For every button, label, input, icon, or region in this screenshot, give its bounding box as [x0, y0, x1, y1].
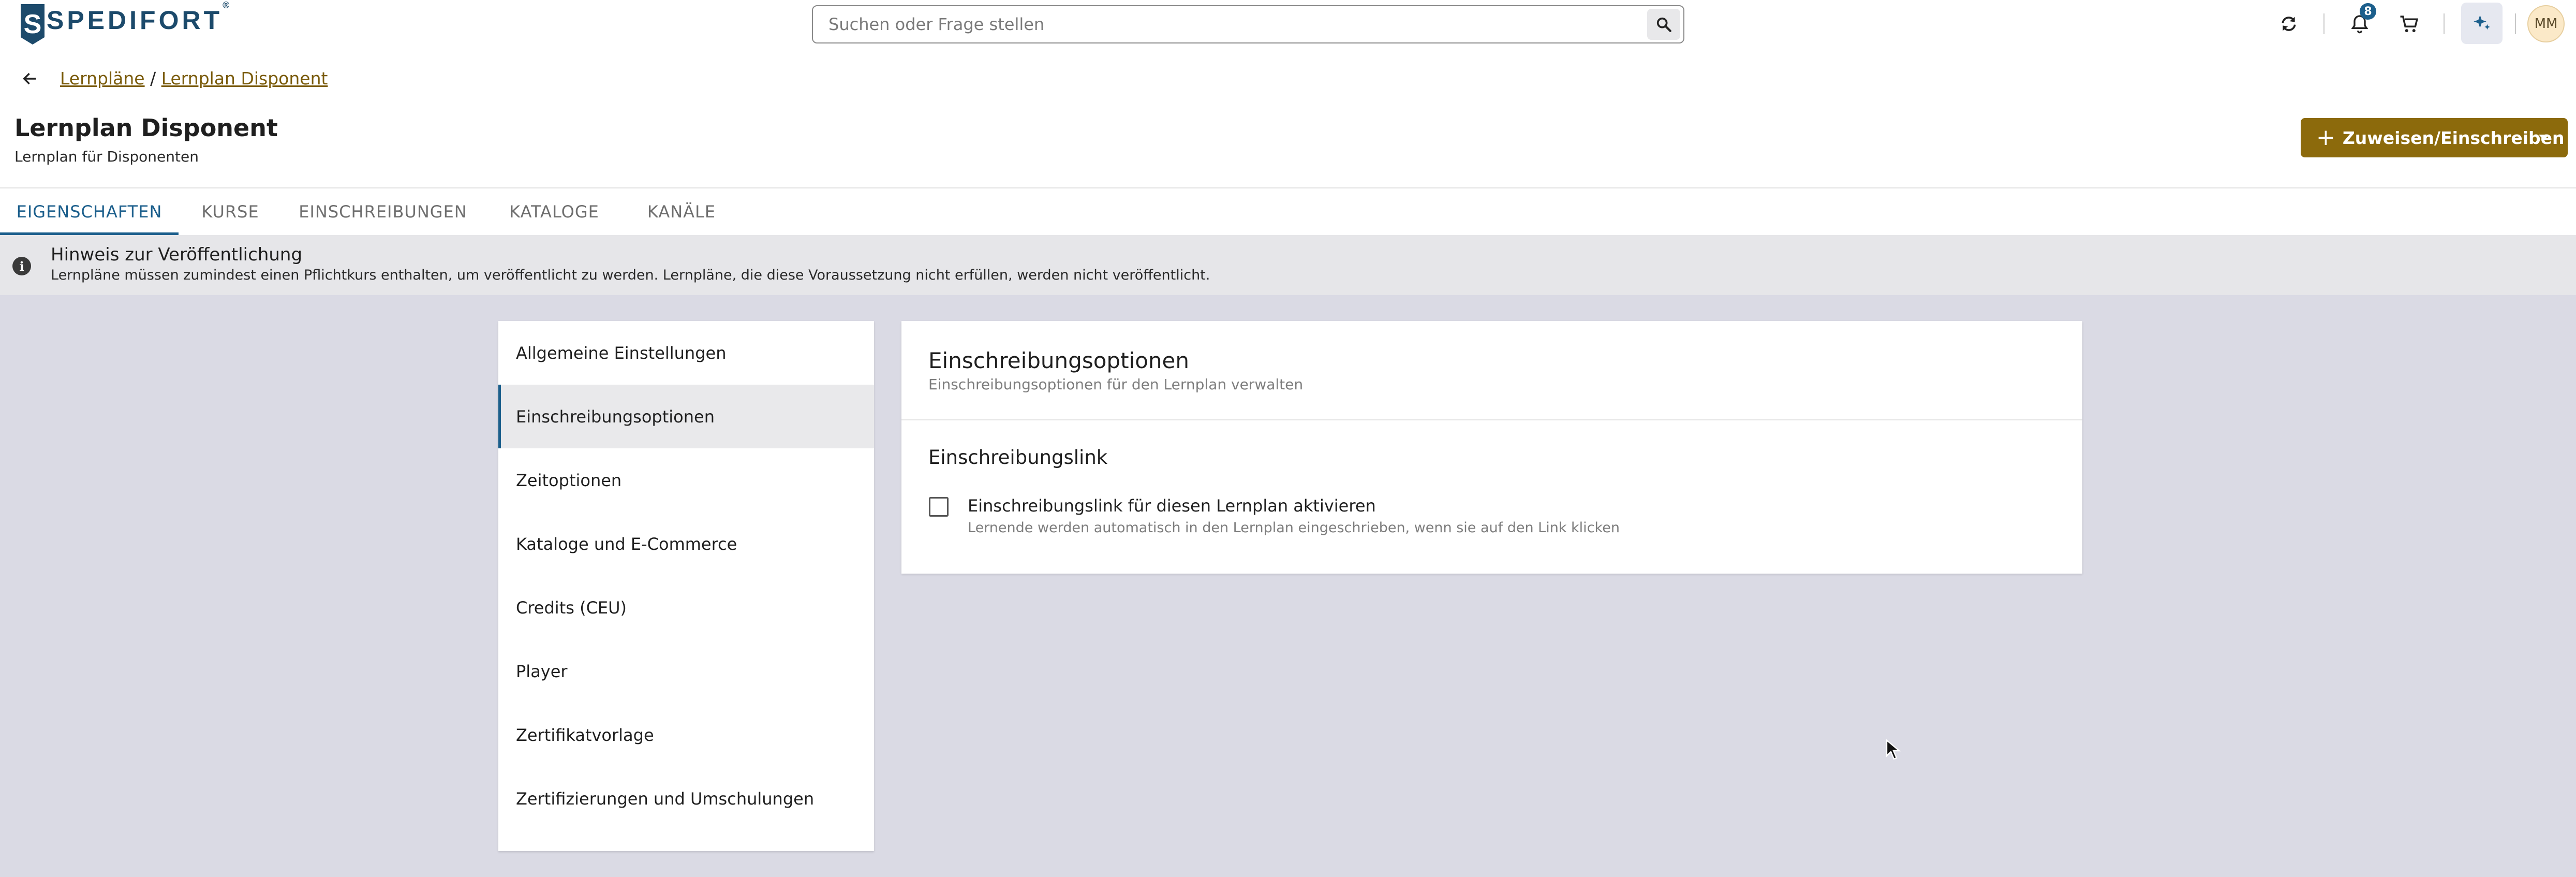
settings-nav-item-certificate[interactable]: Zertifikatvorlage: [498, 703, 874, 767]
page-title: Lernplan Disponent: [14, 114, 278, 142]
panel-subtitle: Einschreibungsoptionen für den Lernplan …: [928, 376, 1304, 393]
mouse-cursor-icon: [1886, 739, 1901, 760]
avatar[interactable]: MM: [2527, 5, 2565, 42]
panel-title: Einschreibungsoptionen: [928, 348, 1189, 373]
settings-nav-item-time[interactable]: Zeitoptionen: [498, 448, 874, 512]
cart-button[interactable]: [2395, 9, 2424, 38]
tab-kataloge[interactable]: KATALOGE: [484, 188, 625, 235]
sparkle-icon: [2474, 15, 2490, 30]
header-divider: [2515, 13, 2516, 34]
page-subtitle: Lernplan für Disponenten: [14, 148, 199, 165]
ai-assistant-button[interactable]: [2461, 3, 2503, 44]
breadcrumb-link-current[interactable]: Lernplan Disponent: [161, 68, 328, 89]
tab-einschreibungen[interactable]: EINSCHREIBUNGEN: [282, 188, 484, 235]
back-button[interactable]: [18, 66, 42, 91]
info-icon: i: [12, 257, 31, 275]
tab-kanaele[interactable]: KANÄLE: [625, 188, 738, 235]
caret-down-icon: [2539, 135, 2549, 140]
enrollment-link-checkbox-label[interactable]: Einschreibungslink für diesen Lernplan a…: [968, 496, 1376, 516]
settings-nav-item-credits[interactable]: Credits (CEU): [498, 576, 874, 639]
search-button[interactable]: [1647, 9, 1680, 40]
logo-text: SPEDIFORT®: [47, 0, 233, 35]
settings-nav-item-general[interactable]: Allgemeine Einstellungen: [498, 321, 874, 385]
assign-enroll-label: Zuweisen/Einschreiben: [2342, 127, 2565, 148]
settings-nav-item-catalogs[interactable]: Kataloge und E-Commerce: [498, 512, 874, 576]
arrow-left-icon: [23, 72, 36, 85]
section-title: Einschreibungslink: [928, 446, 1108, 469]
notifications-button[interactable]: 8: [2345, 3, 2376, 38]
refresh-icon: [2282, 17, 2296, 31]
search-input[interactable]: [828, 9, 1647, 40]
tab-bar: EIGENSCHAFTEN KURSE EINSCHREIBUNGEN KATA…: [0, 187, 2576, 235]
panel-divider: [901, 419, 2082, 420]
enrollment-link-help-text: Lernende werden automatisch in den Lernp…: [968, 520, 1620, 536]
search-icon: [1656, 17, 1671, 32]
logo-mark: S: [21, 4, 45, 45]
logo[interactable]: S SPEDIFORT®: [21, 0, 233, 45]
assign-enroll-button[interactable]: + Zuweisen/Einschreiben: [2301, 118, 2568, 157]
breadcrumb-link-lernplaene[interactable]: Lernpläne: [60, 68, 145, 89]
settings-nav-item-enrollment[interactable]: Einschreibungsoptionen: [498, 385, 874, 448]
breadcrumb-separator: /: [150, 68, 156, 89]
notice-text: Lernpläne müssen zumindest einen Pflicht…: [51, 267, 1210, 283]
enrollment-options-panel: Einschreibungsoptionen Einschreibungsopt…: [901, 321, 2082, 574]
enrollment-link-checkbox[interactable]: [929, 497, 949, 517]
search-bar: [812, 5, 1684, 43]
header-divider: [2323, 13, 2325, 34]
notification-badge: 8: [2360, 3, 2376, 20]
tab-kurse[interactable]: KURSE: [179, 188, 282, 235]
top-header: S SPEDIFORT® 8 MM: [0, 0, 2576, 47]
plus-icon: +: [2316, 124, 2335, 151]
tab-eigenschaften[interactable]: EIGENSCHAFTEN: [0, 188, 179, 235]
header-divider: [2444, 13, 2445, 34]
cart-icon: [2400, 16, 2419, 33]
refresh-button[interactable]: [2274, 9, 2303, 38]
settings-nav-item-player[interactable]: Player: [498, 639, 874, 703]
settings-nav: Allgemeine Einstellungen Einschreibungso…: [498, 321, 874, 851]
publish-notice: i Hinweis zur Veröffentlichung Lernpläne…: [0, 235, 2576, 295]
breadcrumb: Lernpläne / Lernplan Disponent: [60, 66, 328, 91]
settings-nav-item-certifications[interactable]: Zertifizierungen und Umschulungen: [498, 767, 874, 830]
page-header: Lernpläne / Lernplan Disponent Lernplan …: [0, 47, 2576, 187]
notice-title: Hinweis zur Veröffentlichung: [51, 244, 303, 265]
